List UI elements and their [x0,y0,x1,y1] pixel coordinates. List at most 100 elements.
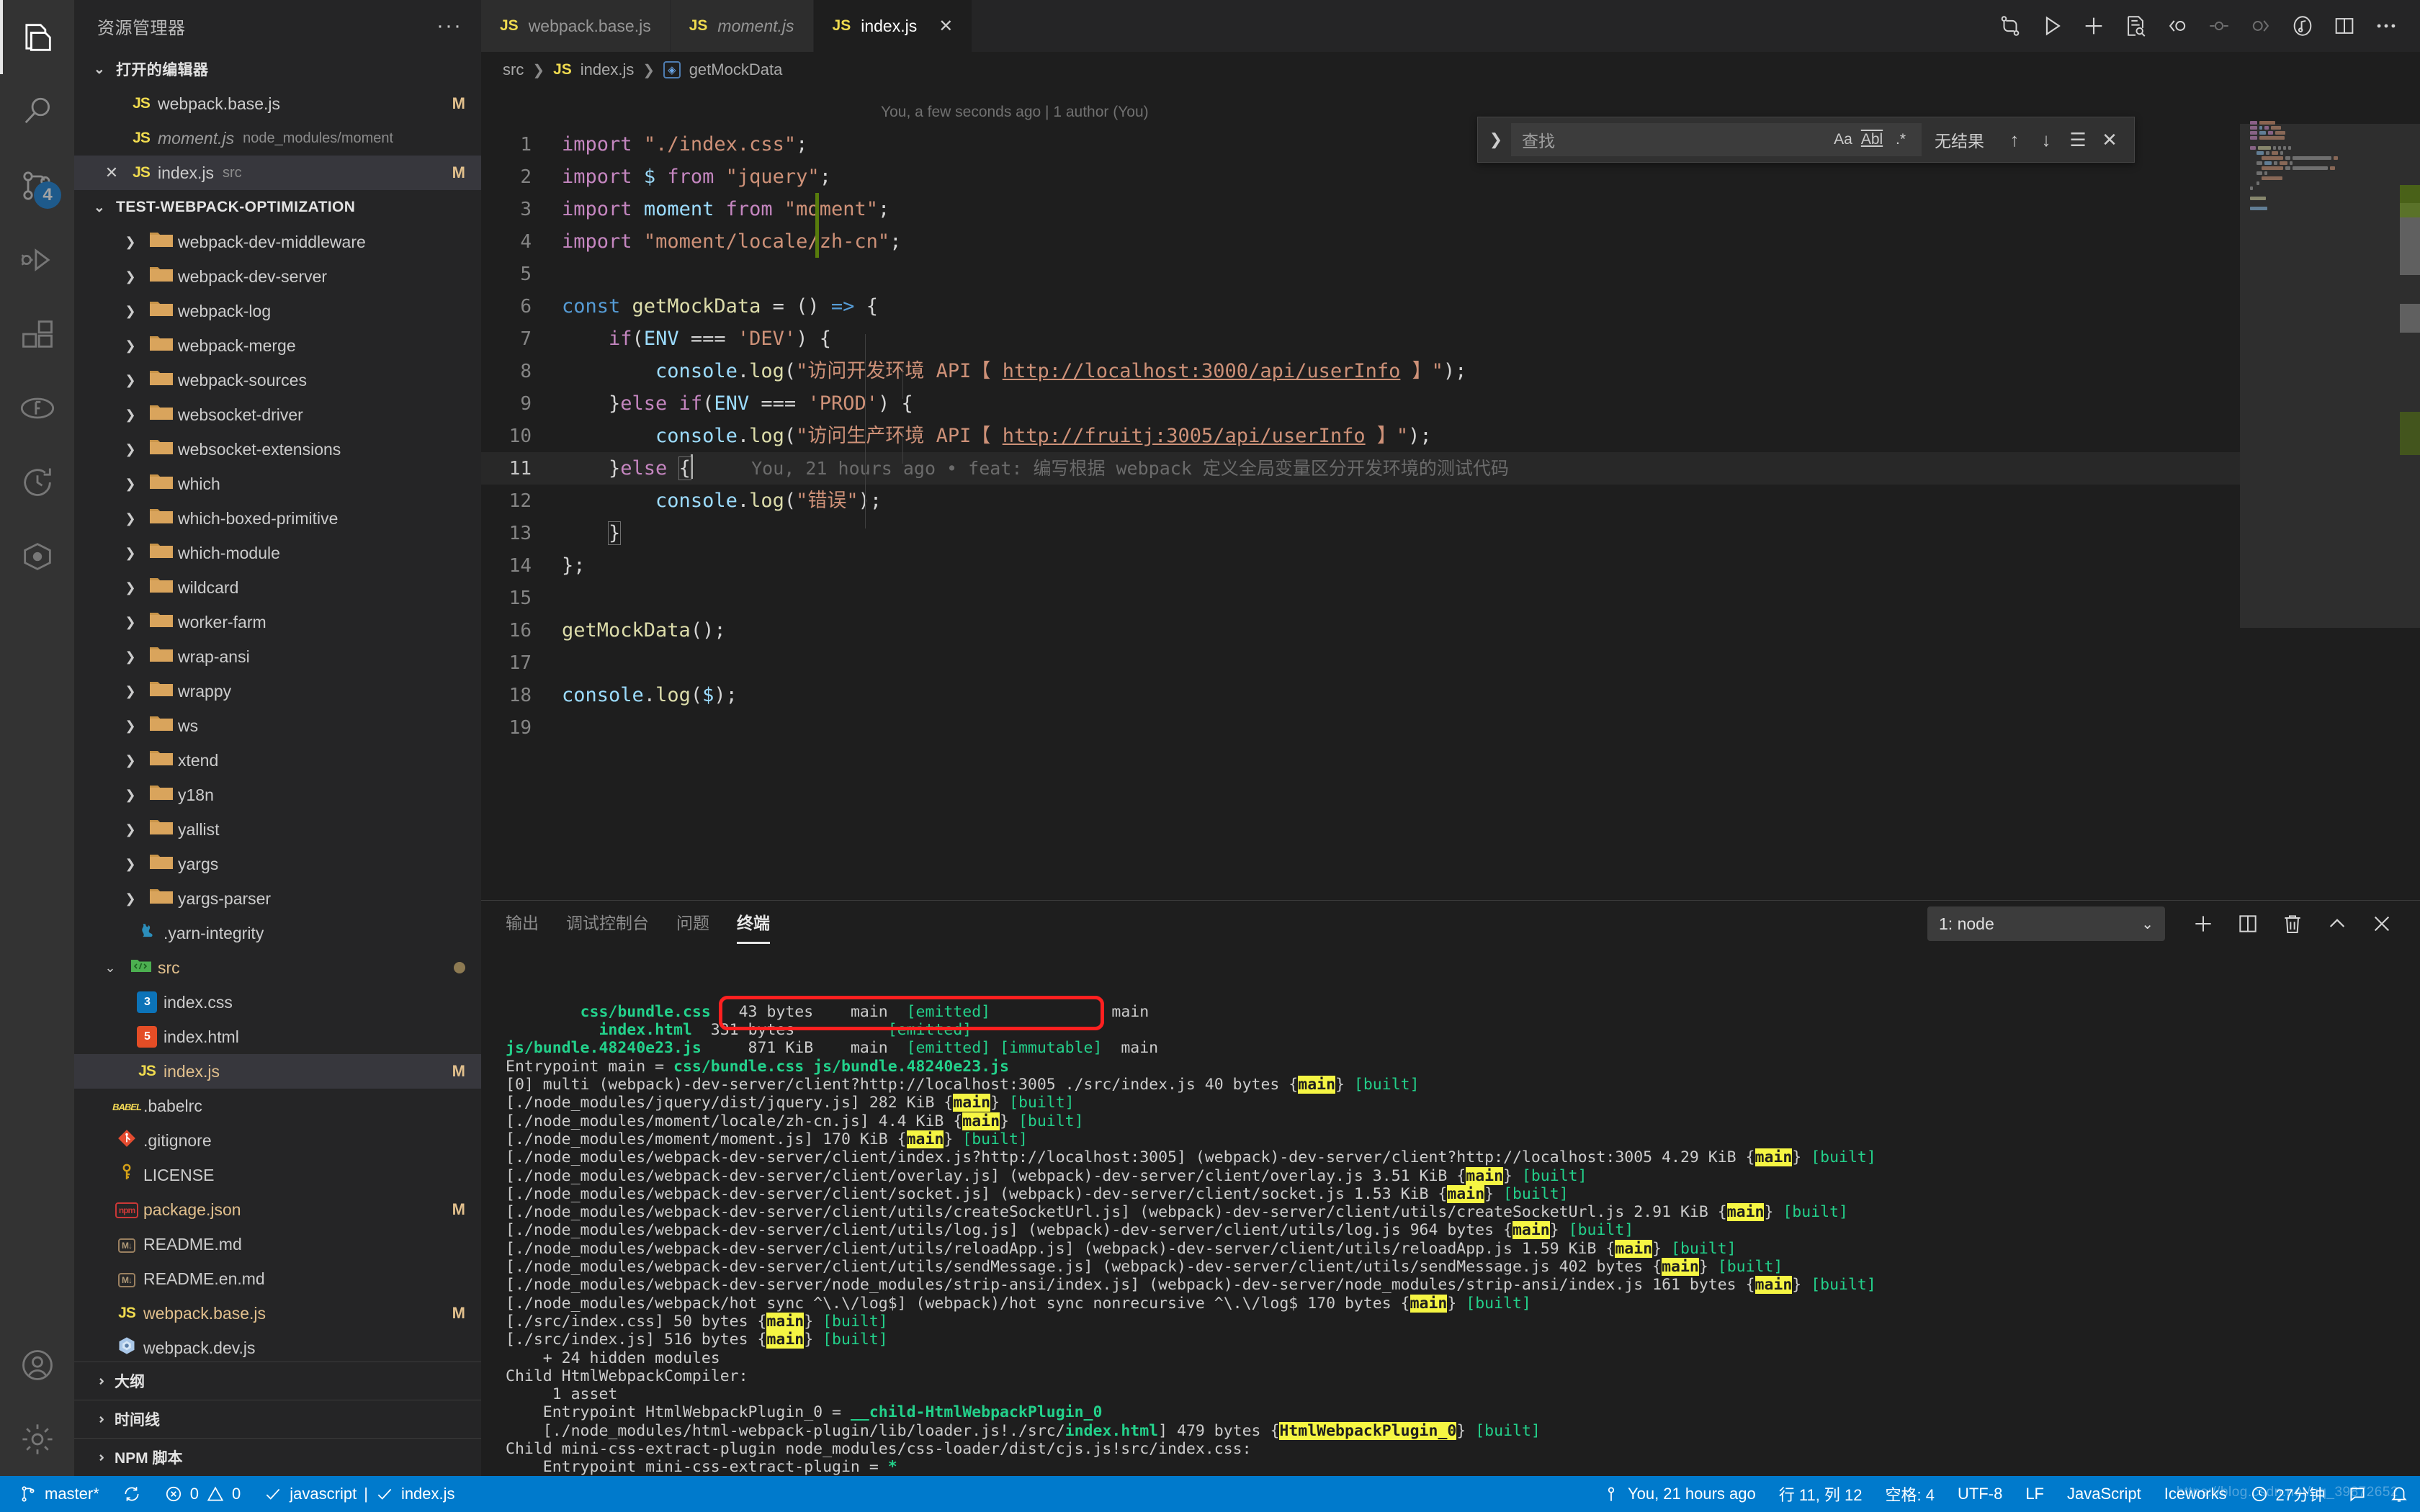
status-blame[interactable]: You, 21 hours ago [1590,1476,1767,1512]
new-terminal-button[interactable] [2181,901,2226,947]
panel-tab-debug-console[interactable]: 调试控制台 [566,909,649,938]
status-sync[interactable] [111,1476,153,1512]
tree-item-folder[interactable]: ❯ wrappy [74,674,481,708]
sidebar-panel-timeline[interactable]: ⌄ 时间线 [74,1400,481,1438]
sidebar-panel-outline[interactable]: ⌄ 大纲 [74,1362,481,1400]
panel-tab-problems[interactable]: 问题 [676,909,709,938]
breadcrumb-item-file[interactable]: index.js [581,60,635,79]
activity-extensions[interactable] [0,297,74,371]
activity-explorer[interactable] [0,0,74,74]
tree-item-folder[interactable]: ❯ y18n [74,778,481,812]
action-search-in-file[interactable] [2115,0,2156,52]
tree-item-file[interactable]: npm package.json M [74,1192,481,1227]
panel-tab-terminal[interactable]: 终端 [737,909,770,944]
tab-moment-js[interactable]: JS moment.js [670,0,814,52]
activity-gitlens[interactable] [0,371,74,445]
maximize-panel-button[interactable] [2315,901,2360,947]
code-editor[interactable]: You, a few seconds ago | 1 author (You) … [481,88,2420,900]
activity-source-control[interactable]: 4 [0,148,74,222]
tree-item-folder[interactable]: ❯ which-module [74,536,481,570]
whole-word-toggle[interactable]: Abl [1857,131,1886,148]
tree-item-folder[interactable]: ❯ yargs-parser [74,881,481,916]
status-encoding[interactable]: UTF-8 [1946,1476,2014,1512]
previous-match-button[interactable]: ↑ [1999,129,2030,151]
breadcrumb-item-src[interactable]: src [503,60,524,79]
status-iceworks[interactable]: Iceworks [2153,1476,2238,1512]
action-go-forward[interactable] [2240,0,2282,52]
tree-item-file[interactable]: M↓ README.en.md [74,1261,481,1296]
action-go-back[interactable] [2156,0,2198,52]
activity-settings[interactable] [0,1402,74,1476]
status-problems[interactable]: 0 0 [153,1476,253,1512]
status-eol[interactable]: LF [2014,1476,2056,1512]
open-editor-moment[interactable]: JS moment.js node_modules/moment [74,121,481,156]
close-find-button[interactable]: ✕ [2094,129,2125,151]
status-notifications[interactable] [2378,1476,2420,1512]
action-split-merge[interactable] [1989,0,2031,52]
tree-item-folder[interactable]: ❯ worker-farm [74,605,481,639]
tree-item-file[interactable]: LICENSE [74,1158,481,1192]
terminal-selector[interactable]: 1: node ⌄ [1927,906,2165,941]
section-project-root[interactable]: ⌄ TEST-WEBPACK-OPTIMIZATION [74,190,481,225]
chevron-right-icon[interactable]: ❯ [1484,130,1508,149]
match-case-toggle[interactable]: Aa [1829,131,1857,148]
source-code[interactable]: 1 import "./index.css"; 2 import $ from "jq… [481,128,2240,744]
action-run[interactable] [2031,0,2073,52]
tree-item-src[interactable]: ⌄ src [74,950,481,985]
split-terminal-button[interactable] [2226,901,2270,947]
next-match-button[interactable]: ↓ [2030,129,2062,151]
tree-item-index-html[interactable]: 5 index.html [74,1020,481,1054]
find-in-selection-button[interactable]: ☰ [2062,129,2094,151]
tree-item-folder[interactable]: ❯ ws [74,708,481,743]
tree-item-file[interactable]: JS webpack.base.js M [74,1296,481,1331]
tree-item-folder[interactable]: ❯ which [74,467,481,501]
tree-item-yarn-integrity[interactable]: .yarn-integrity [74,916,481,950]
find-input[interactable]: 查找 Aa Abl .* [1511,123,1922,156]
open-editor-index-js[interactable]: ✕ JS index.js src M [74,156,481,190]
breadcrumb-item-symbol[interactable]: getMockData [689,60,783,79]
tab-webpack-base-js[interactable]: JS webpack.base.js [481,0,671,52]
tree-item-file[interactable]: .gitignore [74,1123,481,1158]
status-indentation[interactable]: 空格: 4 [1874,1476,1946,1512]
tree-item-folder[interactable]: ❯ webpack-dev-server [74,259,481,294]
minimap[interactable] [2240,88,2420,900]
section-open-editors[interactable]: ⌄ 打开的编辑器 [74,52,481,86]
tree-item-folder[interactable]: ❯ webpack-dev-middleware [74,225,481,259]
sidebar-more-actions[interactable]: ··· [436,15,462,37]
panel-tab-output[interactable]: 输出 [506,909,539,938]
tree-item-folder[interactable]: ❯ xtend [74,743,481,778]
tree-item-folder[interactable]: ❯ yallist [74,812,481,847]
activity-accounts[interactable] [0,1328,74,1402]
tree-item-file[interactable]: BABEL .babelrc [74,1089,481,1123]
status-branch[interactable]: master* [0,1476,111,1512]
status-language-mode[interactable]: JavaScript [2056,1476,2153,1512]
action-split-editor[interactable] [2323,0,2365,52]
tree-item-folder[interactable]: ❯ webpack-log [74,294,481,328]
tree-item-folder[interactable]: ❯ webpack-sources [74,363,481,397]
close-icon[interactable]: ✕ [99,163,125,182]
tree-item-folder[interactable]: ❯ webpack-merge [74,328,481,363]
tree-item-file[interactable]: webpack.dev.js [74,1331,481,1362]
status-feedback[interactable] [2336,1476,2378,1512]
action-stay[interactable] [2198,0,2240,52]
tree-item-folder[interactable]: ❯ yargs [74,847,481,881]
status-timer[interactable]: 27分钟 [2238,1476,2336,1512]
status-cursor-position[interactable]: 行 11, 列 12 [1767,1476,1874,1512]
terminal-output[interactable]: css/bundle.css 43 bytes main [emitted] m… [481,947,2420,1476]
minimap-slider[interactable] [2240,124,2420,628]
action-more[interactable] [2365,0,2407,52]
code-content[interactable]: You, a few seconds ago | 1 author (You) … [481,88,2240,900]
kill-terminal-button[interactable] [2270,901,2315,947]
tree-item-folder[interactable]: ❯ wrap-ansi [74,639,481,674]
activity-iceworks[interactable] [0,519,74,593]
tree-item-folder[interactable]: ❯ websocket-extensions [74,432,481,467]
activity-run-debug[interactable] [0,222,74,297]
tree-item-index-css[interactable]: 3 index.css [74,985,481,1020]
close-icon[interactable]: ✕ [938,16,953,37]
tab-index-js[interactable]: JS index.js ✕ [813,0,973,52]
action-add[interactable] [2073,0,2115,52]
sidebar-panel-npm-scripts[interactable]: ⌄ NPM 脚本 [74,1438,481,1476]
open-editor-webpack-base[interactable]: JS webpack.base.js M [74,86,481,121]
tree-item-index-js[interactable]: JS index.js M [74,1054,481,1089]
activity-search[interactable] [0,74,74,148]
